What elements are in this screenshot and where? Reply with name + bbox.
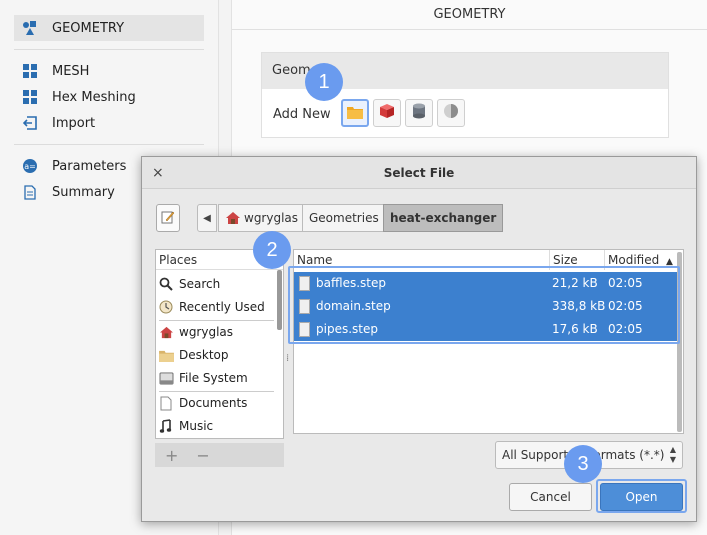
updown-arrows-icon: ▲ ▼ [669,445,676,464]
sidebar-item-label: Import [52,115,96,131]
shapes-icon [20,18,40,38]
place-recently-used[interactable]: Recently Used [158,296,276,318]
home-icon [158,324,174,340]
places-scrollbar[interactable] [277,270,282,330]
breadcrumb-label: wgryglas [244,211,299,225]
magnifier-icon [158,276,174,292]
place-label: Desktop [179,348,229,362]
sidebar-divider [14,49,204,50]
add-sphere-button[interactable] [437,99,465,127]
svg-text:a=: a= [24,162,36,171]
cylinder-icon [412,103,426,123]
sidebar-item-label: GEOMETRY [52,20,125,36]
places-panel: Places Search Recently Used wgryglas Des… [155,249,284,439]
place-label: Documents [179,396,248,410]
breadcrumb-wgryglas[interactable]: wgryglas [218,204,306,232]
sidebar-item-mesh[interactable]: MESH [14,58,204,84]
document-icon [158,395,174,411]
selection-highlight [288,266,680,344]
step-badge-2: 2 [253,231,291,269]
step-badge-3: 3 [564,445,602,483]
grid-icon [20,87,40,107]
add-place-button[interactable]: + [165,446,178,465]
place-label: Music [179,419,214,433]
breadcrumb-back-button[interactable]: ◀ [197,204,217,232]
page-title: GEOMETRY [232,0,707,30]
pencil-icon [161,209,175,228]
cube-icon [379,103,395,123]
sphere-icon [443,103,459,123]
folder-icon [158,347,174,363]
clock-icon [158,299,174,315]
step-badge-1: 1 [305,63,343,101]
sidebar-item-hex-meshing[interactable]: Hex Meshing [14,84,204,110]
place-label: Search [179,277,221,291]
import-icon [20,113,40,133]
place-home[interactable]: wgryglas [158,321,276,343]
sidebar-item-label: Summary [52,184,115,200]
add-box-button[interactable] [373,99,401,127]
place-music[interactable]: Music [158,415,276,437]
sidebar-item-geometry[interactable]: GEOMETRY [14,15,204,41]
home-icon [225,211,241,225]
places-toolbar: + − [155,443,284,467]
breadcrumb-label: Geometries [309,211,379,225]
sidebar-item-label: MESH [52,63,90,79]
type-location-button[interactable] [156,204,180,232]
remove-place-button[interactable]: − [196,446,209,465]
place-label: File System [179,371,248,385]
column-label: Modified [608,253,660,267]
sidebar-item-import[interactable]: Import [14,110,204,136]
place-label: Recently Used [179,300,265,314]
add-from-file-button[interactable] [341,99,369,127]
place-desktop[interactable]: Desktop [158,344,276,366]
dialog-title: Select File [142,157,696,189]
place-documents[interactable]: Documents [158,392,276,414]
app-window: GEOMETRY MESH Hex Meshing Import a= Para… [0,0,707,535]
drive-icon [158,370,174,386]
open-highlight [596,479,687,513]
place-file-system[interactable]: File System [158,367,276,389]
place-label: wgryglas [179,325,234,339]
pane-resize-handle[interactable]: ⁞ [286,353,289,364]
grid-icon [20,61,40,81]
cancel-button[interactable]: Cancel [509,483,592,511]
sidebar-item-label: Hex Meshing [52,89,136,105]
parameters-icon: a= [20,156,40,176]
sidebar-divider [14,144,204,145]
music-note-icon [158,418,174,434]
close-icon[interactable]: × [152,165,164,181]
chevron-left-icon: ◀ [203,212,211,224]
document-icon [20,182,40,202]
sidebar-item-label: Parameters [52,158,127,174]
add-new-label: Add New [273,107,331,122]
breadcrumb-heat-exchanger[interactable]: heat-exchanger [383,204,504,232]
breadcrumb-geometries[interactable]: Geometries [302,204,386,232]
folder-icon [347,104,363,123]
add-cylinder-button[interactable] [405,99,433,127]
breadcrumb-label: heat-exchanger [390,211,497,225]
place-search[interactable]: Search [158,273,276,295]
